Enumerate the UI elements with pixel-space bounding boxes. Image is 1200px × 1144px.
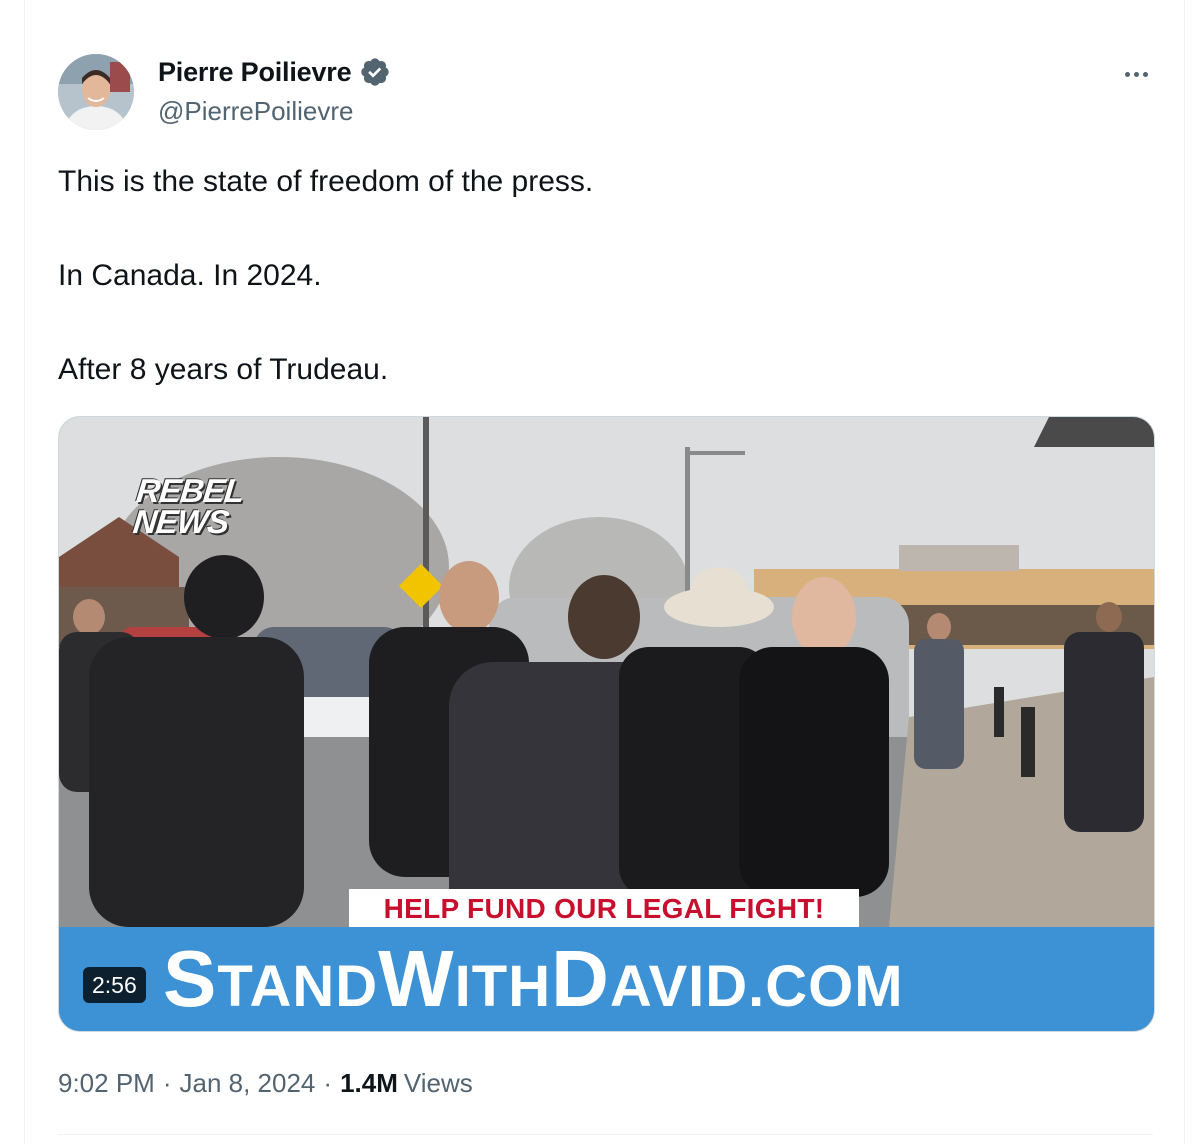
more-dot bbox=[1124, 71, 1130, 77]
brand-logo-line: NEWS bbox=[131, 503, 231, 540]
website-banner-part: AVID.COM bbox=[609, 954, 904, 1019]
views-label: Views bbox=[403, 1068, 473, 1098]
author-handle[interactable]: @PierrePoilievre bbox=[158, 96, 353, 127]
website-banner-letter: S bbox=[163, 934, 218, 1023]
meta-separator: · bbox=[162, 1068, 172, 1098]
website-banner-part: ITH bbox=[454, 954, 552, 1019]
website-banner-letter: D bbox=[551, 934, 610, 1023]
tweet-text-line: This is the state of freedom of the pres… bbox=[58, 165, 594, 198]
tweet-text-line: After 8 years of Trudeau. bbox=[58, 353, 389, 386]
avatar-image bbox=[58, 54, 134, 130]
tweet-time[interactable]: 9:02 PM bbox=[58, 1068, 155, 1099]
more-options-icon[interactable] bbox=[1118, 60, 1154, 88]
card-border-left bbox=[24, 0, 25, 1144]
tweet-date[interactable]: Jan 8, 2024 bbox=[180, 1068, 316, 1099]
meta-separator: · bbox=[323, 1068, 333, 1098]
card-border-right bbox=[1184, 0, 1185, 1144]
video-player[interactable]: REBEL NEWS HELP FUND OUR LEGAL FIGHT! ST… bbox=[58, 416, 1155, 1032]
brand-logo: REBEL NEWS bbox=[131, 472, 246, 540]
views-count: 1.4M bbox=[340, 1068, 398, 1098]
verified-badge-icon bbox=[361, 58, 390, 86]
avatar[interactable] bbox=[58, 54, 134, 130]
website-banner-part: TAND bbox=[217, 954, 379, 1019]
more-dot bbox=[1142, 71, 1148, 77]
website-banner-text: STANDWITHDAVID.COM bbox=[163, 937, 904, 1029]
tweet-meta: 9:02 PM · Jan 8, 2024 · 1.4M Views bbox=[58, 1068, 473, 1099]
fundraiser-banner: HELP FUND OUR LEGAL FIGHT! bbox=[349, 889, 859, 929]
website-banner-letter: W bbox=[378, 934, 455, 1023]
brand-logo-line: REBEL bbox=[134, 472, 246, 509]
more-dot bbox=[1133, 71, 1139, 77]
website-banner: STANDWITHDAVID.COM bbox=[59, 927, 1154, 1031]
author-name-row[interactable]: Pierre Poilievre bbox=[158, 56, 391, 88]
video-duration-badge: 2:56 bbox=[83, 967, 146, 1003]
author-display-name[interactable]: Pierre Poilievre bbox=[158, 57, 352, 88]
divider bbox=[58, 1134, 1153, 1135]
tweet-text-line: In Canada. In 2024. bbox=[58, 259, 322, 292]
